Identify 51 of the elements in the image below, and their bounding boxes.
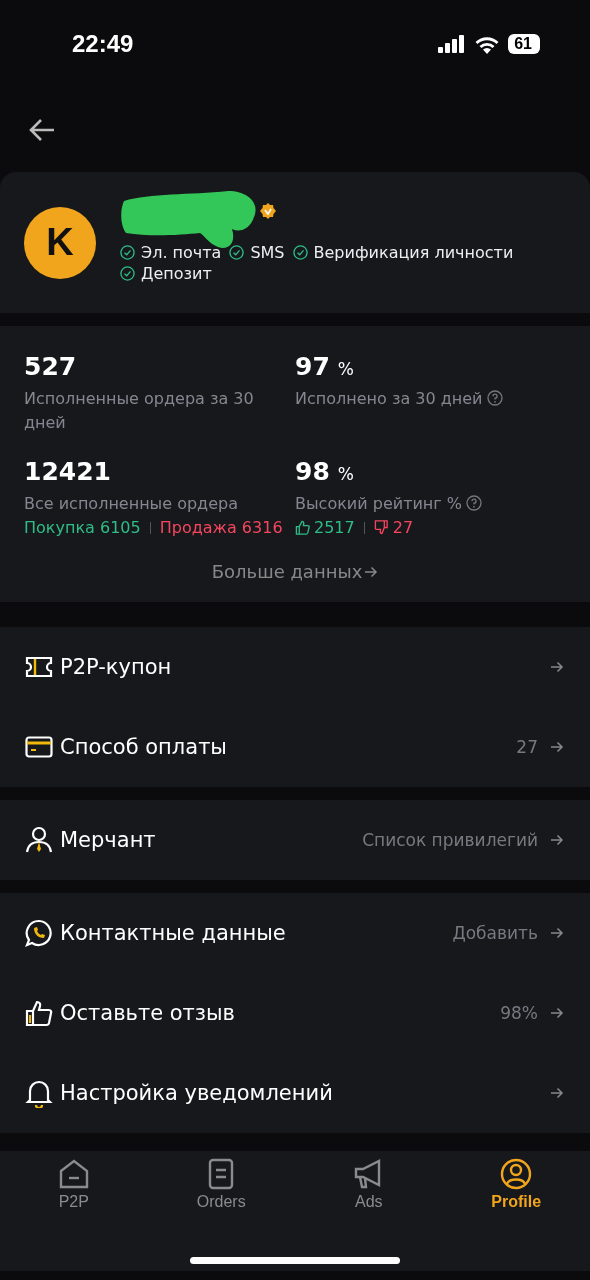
tab[interactable]: Profile (442, 1157, 590, 1211)
thumbs-up-icon (24, 998, 54, 1028)
sell-count: Продажа 6316 (159, 518, 283, 537)
help-icon[interactable] (466, 495, 482, 511)
verification-label: Верификация личности (313, 242, 514, 262)
stat-label: Исполненные ордера за 30 дней (24, 389, 254, 432)
menu-item[interactable]: Мерчант Список привилегий (0, 800, 590, 880)
thumbs-down-icon (373, 520, 389, 535)
menu-item[interactable]: Контактные данные Добавить (0, 893, 590, 973)
arrow-right-icon (550, 1006, 564, 1020)
arrow-right-icon (550, 740, 564, 754)
stat-value: 97 (295, 352, 330, 381)
tab[interactable]: P2P (0, 1157, 148, 1211)
battery-indicator: 61 (508, 34, 540, 54)
signal-icon (438, 35, 467, 53)
stat-value: 98 (295, 457, 330, 486)
tab[interactable]: Orders (147, 1157, 295, 1211)
arrow-right-icon (364, 564, 379, 579)
status-time: 22:49 (72, 30, 134, 58)
arrow-right-icon (550, 926, 564, 940)
stat-label: Все исполненные ордера (24, 494, 238, 513)
menu-item[interactable]: P2P-купон (0, 627, 590, 707)
stat-label: Исполнено за 30 дней (295, 389, 483, 408)
thumbs-up-icon (295, 520, 310, 535)
profile-icon (499, 1157, 534, 1191)
avatar: K (24, 206, 96, 279)
stat-value: 527 (24, 352, 77, 381)
arrow-right-icon (550, 660, 564, 674)
stat-value: 12421 (24, 457, 111, 486)
tab[interactable]: Ads (295, 1157, 443, 1211)
verification-label: SMS (250, 242, 285, 262)
verification-label: Депозит (141, 263, 212, 283)
verification-label: Эл. почта (141, 242, 222, 262)
bell-icon (24, 1078, 54, 1108)
likes-count: 2517 (314, 518, 355, 537)
menu-item[interactable]: Способ оплаты 27 (0, 707, 590, 787)
stat-unit: % (337, 359, 354, 379)
stat-unit: % (337, 464, 354, 484)
help-icon[interactable] (486, 390, 503, 406)
wifi-icon (474, 34, 501, 54)
menu-item[interactable]: Оставьте отзыв 98% (0, 973, 590, 1053)
back-arrow-icon[interactable] (28, 118, 56, 142)
arrow-right-icon (550, 1086, 564, 1100)
arrow-right-icon (550, 833, 564, 847)
buy-count: Покупка 6105 (24, 518, 141, 537)
stat-label: Высокий рейтинг % (295, 494, 462, 513)
dislikes-count: 27 (392, 518, 414, 537)
chat-phone-icon (24, 918, 54, 948)
menu-item[interactable]: Настройка уведомлений (0, 1053, 590, 1133)
person-tie-icon (24, 825, 54, 855)
more-data-link[interactable]: Больше данных (211, 561, 379, 582)
